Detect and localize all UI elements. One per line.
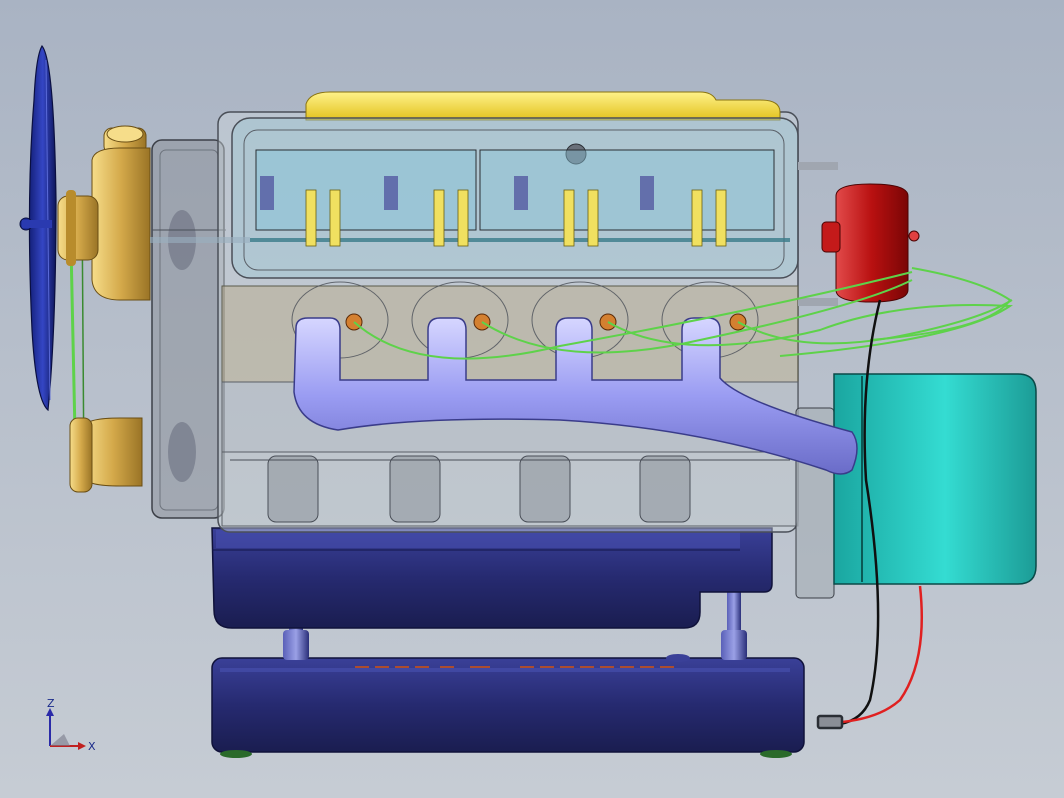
fan[interactable] <box>19 44 57 412</box>
y-axis-depth-icon <box>50 734 70 746</box>
x-axis-arrow-icon <box>78 742 86 750</box>
x-axis-label: X <box>88 740 96 753</box>
engine-assembly-model[interactable] <box>0 0 1064 798</box>
coordinate-triad: Z X <box>40 696 100 756</box>
z-axis-label: Z <box>47 697 55 710</box>
starter-motor[interactable] <box>795 373 1037 599</box>
cad-3d-viewport[interactable]: Z X <box>0 0 1064 798</box>
lower-pulley[interactable] <box>69 417 143 493</box>
oil-pan[interactable] <box>211 527 773 629</box>
base-stand[interactable] <box>211 654 805 758</box>
front-cover[interactable] <box>151 139 226 519</box>
